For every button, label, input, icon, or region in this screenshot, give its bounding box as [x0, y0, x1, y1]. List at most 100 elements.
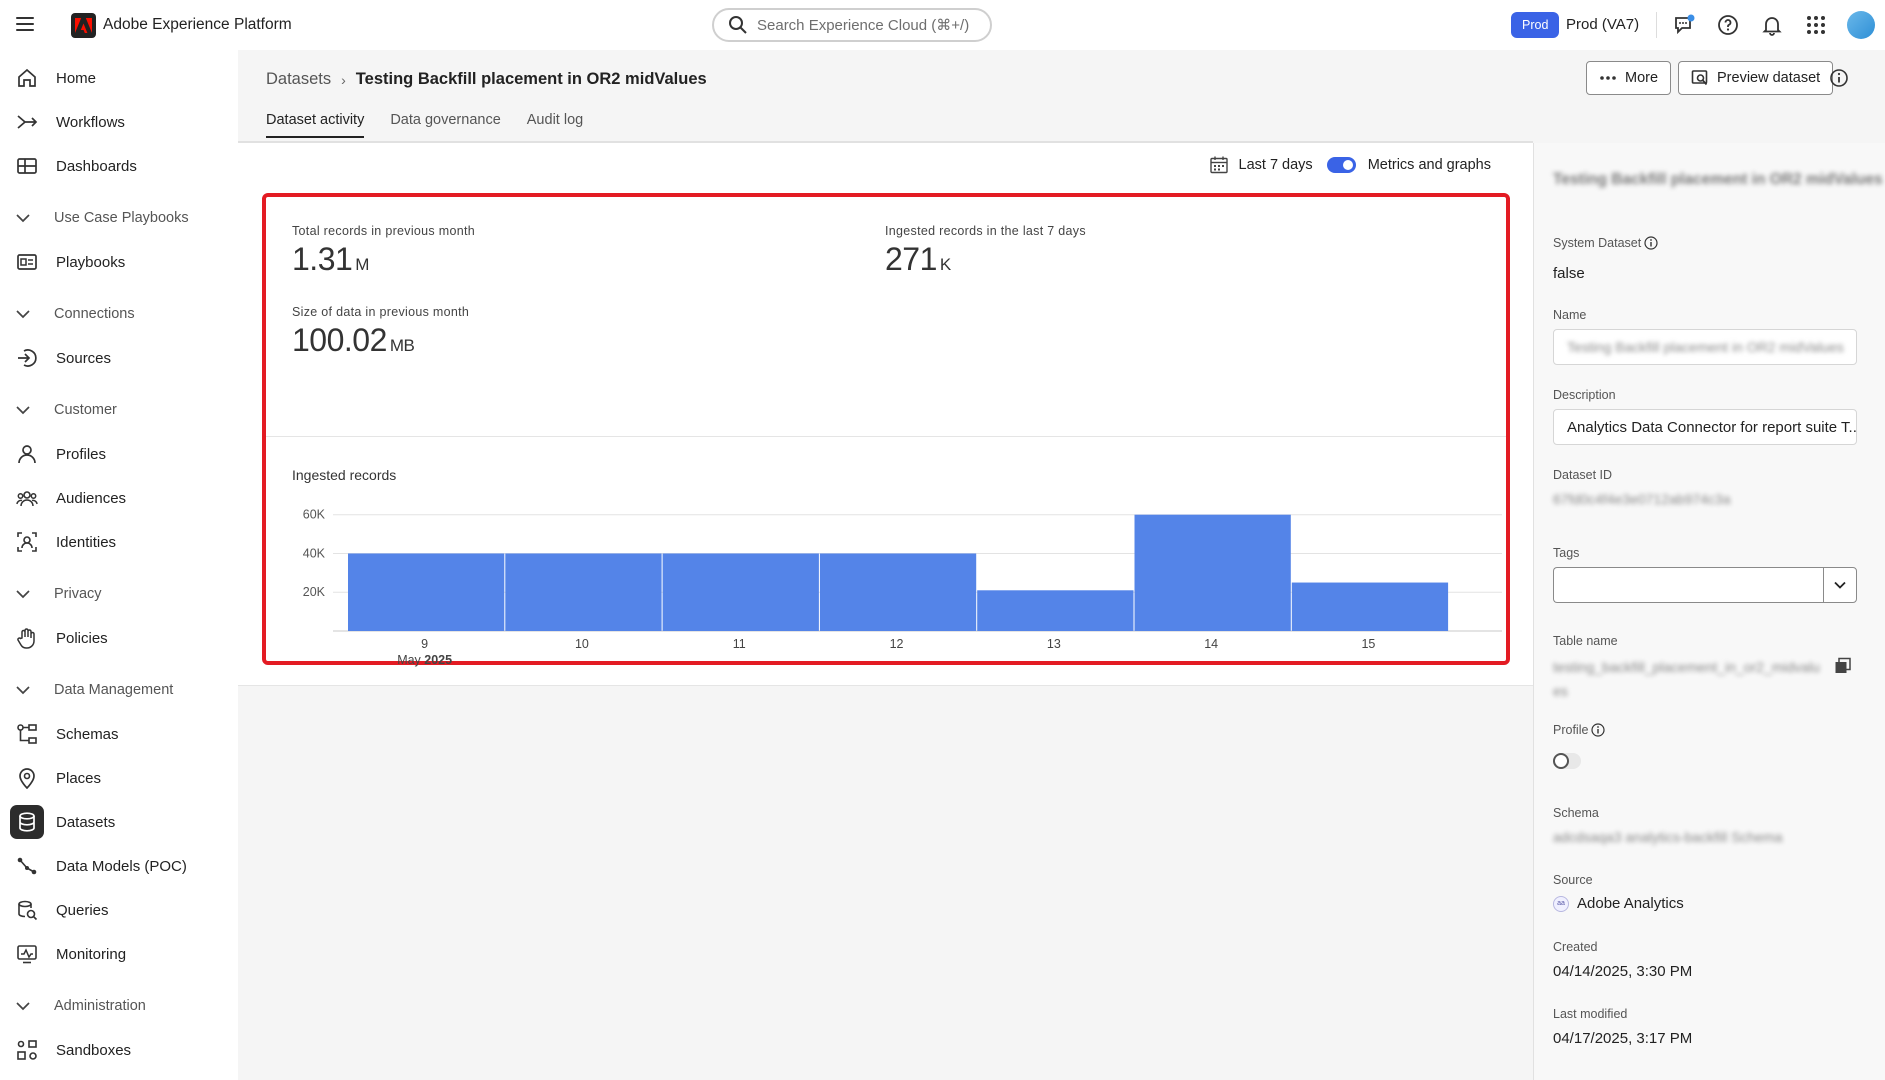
metric-value-row: 1.31 M	[292, 241, 475, 278]
dataset-activity-panel: Last 7 days Metrics and graphs Total rec…	[238, 143, 1533, 685]
preview-dataset-button[interactable]: Preview dataset	[1678, 61, 1834, 95]
metric-unit: MB	[389, 336, 415, 355]
sidebar-item-label: Identities	[56, 533, 117, 551]
tags-combobox[interactable]	[1553, 567, 1857, 603]
home-icon	[15, 66, 39, 90]
feedback-icon[interactable]	[1672, 13, 1696, 37]
metrics-graphs-label: Metrics and graphs	[1367, 157, 1491, 173]
sidebar-item-datasets[interactable]: Datasets	[9, 804, 229, 840]
created-label: Created	[1553, 940, 1598, 954]
profile-label: Profile	[1553, 723, 1606, 737]
profiles-icon	[15, 442, 39, 466]
apps-grid-icon[interactable]	[1804, 13, 1828, 37]
chart-title: Ingested records	[292, 467, 397, 483]
description-field[interactable]: Analytics Data Connector for report suit…	[1553, 409, 1857, 445]
env-label[interactable]: Prod (VA7)	[1566, 16, 1639, 33]
sidebar-item-home[interactable]: Home	[9, 60, 229, 96]
section-label: Customer	[54, 402, 117, 418]
sidebar-item-audiences[interactable]: Audiences	[9, 480, 229, 516]
tags-dropdown-button[interactable]	[1823, 567, 1857, 603]
source-row: aa Adobe Analytics	[1553, 895, 1684, 912]
sidebar-item-label: Schemas	[56, 725, 119, 743]
app-title: Adobe Experience Platform	[103, 16, 292, 33]
metric-total-records: Total records in previous month 1.31 M	[292, 224, 475, 278]
created-value: 04/14/2025, 3:30 PM	[1553, 963, 1693, 980]
chart-bar	[1291, 582, 1449, 631]
section-label: Use Case Playbooks	[54, 210, 189, 226]
name-field[interactable]: Testing Backfill placement in OR2 midVal…	[1553, 329, 1857, 365]
schema-link[interactable]: adcdsaqa3 analytics-backfill Schema	[1553, 829, 1783, 845]
tags-label: Tags	[1553, 546, 1580, 560]
search-input[interactable]: Search Experience Cloud (⌘+/)	[712, 8, 992, 42]
sidebar-item-dashboards[interactable]: Dashboards	[9, 148, 229, 184]
section-administration[interactable]: Administration	[14, 991, 146, 1021]
section-customer[interactable]: Customer	[14, 395, 117, 425]
sidebar-item-queries[interactable]: Queries	[9, 892, 229, 928]
source-label: Source	[1553, 873, 1593, 887]
sidebar-item-places[interactable]: Places	[9, 760, 229, 796]
help-icon[interactable]	[1716, 13, 1740, 37]
sidebar-item-label: Playbooks	[56, 253, 126, 271]
identities-icon	[15, 530, 39, 554]
sidebar-item-label: Dashboards	[56, 157, 137, 175]
dataset-properties-panel: Testing Backfill placement in OR2 midVal…	[1533, 143, 1885, 1080]
preview-icon	[1691, 70, 1708, 86]
sidebar-item-identities[interactable]: Identities	[9, 524, 229, 560]
x-axis-caption: May 2025	[397, 653, 452, 667]
metric-label: Ingested records in the last 7 days	[885, 224, 1086, 238]
sidebar-item-monitoring[interactable]: Monitoring	[9, 936, 229, 972]
more-button[interactable]: More	[1586, 61, 1672, 95]
hamburger-menu-icon[interactable]	[14, 14, 36, 34]
section-use-case-playbooks[interactable]: Use Case Playbooks	[14, 203, 189, 233]
metrics-graphs-toggle[interactable]	[1326, 157, 1356, 173]
tags-input[interactable]	[1553, 567, 1823, 603]
section-privacy[interactable]: Privacy	[14, 579, 102, 609]
date-range-label[interactable]: Last 7 days	[1239, 157, 1313, 173]
sidebar-item-data-models[interactable]: Data Models (POC)	[9, 848, 229, 884]
sidebar-item-schemas[interactable]: Schemas	[9, 716, 229, 752]
sidebar-item-profiles[interactable]: Profiles	[9, 436, 229, 472]
info-icon[interactable]	[1829, 68, 1849, 88]
sidebar-item-workflows[interactable]: Workflows	[9, 104, 229, 140]
sidebar-item-policies[interactable]: Policies	[9, 620, 229, 656]
metric-unit: K	[939, 255, 951, 274]
sidebar-item-label: Datasets	[56, 813, 116, 831]
copy-icon[interactable]	[1834, 657, 1852, 675]
playbooks-icon	[15, 250, 39, 274]
x-tick-label: 9	[421, 637, 428, 651]
top-bar: Adobe Experience Platform Search Experie…	[0, 0, 1885, 50]
section-connections[interactable]: Connections	[14, 299, 135, 329]
dashboards-icon	[15, 154, 39, 178]
env-badge[interactable]: Prod	[1511, 12, 1560, 38]
sidebar-item-label: Sources	[56, 349, 112, 367]
info-icon[interactable]	[1591, 723, 1606, 737]
y-tick-label: 60K	[303, 508, 326, 522]
notifications-bell-icon[interactable]	[1760, 13, 1784, 37]
adobe-logo-icon[interactable]	[71, 13, 96, 38]
metric-data-size: Size of data in previous month 100.02 MB	[292, 305, 469, 359]
section-data-management[interactable]: Data Management	[14, 675, 173, 705]
metric-unit: M	[355, 255, 369, 274]
page-header: Datasets › Testing Backfill placement in…	[238, 50, 1885, 143]
tab-data-governance[interactable]: Data governance	[390, 112, 500, 138]
breadcrumb-datasets-link[interactable]: Datasets	[266, 70, 331, 89]
name-label: Name	[1553, 308, 1587, 322]
policies-hand-icon	[15, 626, 39, 650]
user-avatar[interactable]	[1847, 11, 1875, 39]
profile-toggle[interactable]	[1553, 753, 1581, 769]
last-modified-value: 04/17/2025, 3:17 PM	[1553, 1030, 1693, 1047]
sidebar-item-label: Audiences	[56, 489, 127, 507]
sidebar-item-sandboxes[interactable]: Sandboxes	[9, 1032, 229, 1068]
sidebar-item-playbooks[interactable]: Playbooks	[9, 244, 229, 280]
calendar-icon[interactable]	[1209, 155, 1229, 175]
y-tick-label: 20K	[303, 585, 326, 599]
description-value: Analytics Data Connector for report suit…	[1567, 418, 1857, 436]
chevron-down-icon	[16, 406, 30, 415]
sidebar-item-sources[interactable]: Sources	[9, 340, 229, 376]
source-value: Adobe Analytics	[1577, 895, 1684, 912]
tab-dataset-activity[interactable]: Dataset activity	[266, 112, 365, 138]
info-icon[interactable]	[1644, 236, 1658, 250]
last-modified-label: Last modified	[1553, 1007, 1628, 1021]
name-value: Testing Backfill placement in OR2 midVal…	[1567, 339, 1844, 355]
tab-audit-log[interactable]: Audit log	[527, 112, 583, 138]
